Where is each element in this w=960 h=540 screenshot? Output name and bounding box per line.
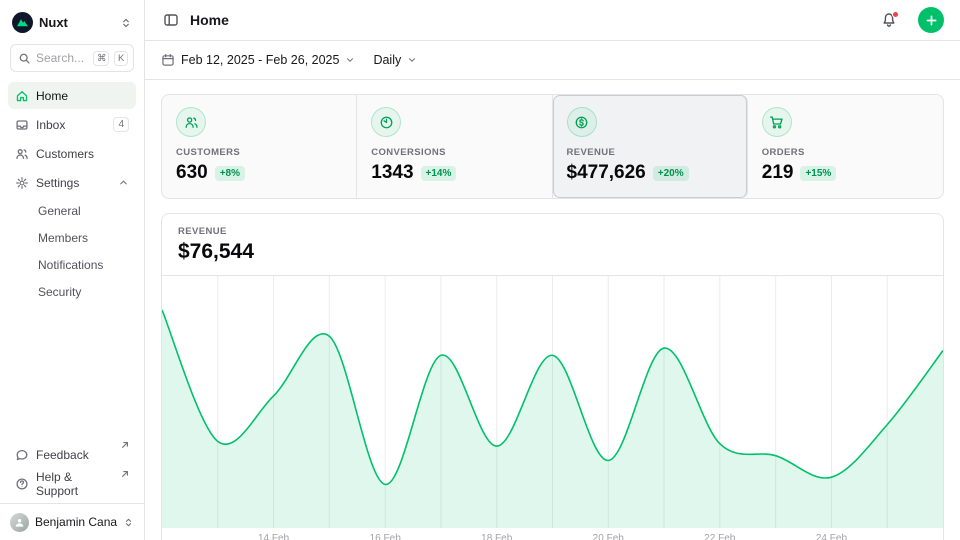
sidebar-subitem-general[interactable]: General bbox=[8, 198, 136, 223]
chevron-down-icon bbox=[345, 55, 355, 65]
workspace-name: Nuxt bbox=[39, 15, 114, 30]
stat-label: CUSTOMERS bbox=[176, 147, 342, 158]
chevrons-up-down-icon bbox=[123, 516, 134, 529]
subitem-label: Security bbox=[38, 285, 81, 299]
chevrons-up-down-icon bbox=[120, 16, 132, 30]
clock-icon bbox=[371, 107, 401, 137]
date-range-picker[interactable]: Feb 12, 2025 - Feb 26, 2025 bbox=[161, 53, 355, 67]
svg-text:18 Feb: 18 Feb bbox=[481, 533, 513, 540]
dashboard-body: CUSTOMERS 630 +8% CONVERSIONS 1343 +14% bbox=[145, 80, 960, 540]
add-button[interactable] bbox=[918, 7, 944, 33]
sidebar-item-label: Feedback bbox=[36, 448, 112, 462]
sidebar-subitem-security[interactable]: Security bbox=[8, 279, 136, 304]
calendar-icon bbox=[161, 53, 175, 67]
users-icon bbox=[176, 107, 206, 137]
period-label: Daily bbox=[373, 53, 401, 67]
stat-delta-badge: +20% bbox=[653, 166, 689, 181]
main-header: Home bbox=[145, 0, 960, 41]
stat-label: REVENUE bbox=[567, 147, 733, 158]
stat-card-orders[interactable]: ORDERS 219 +15% bbox=[748, 95, 943, 198]
sidebar-item-label: Help & Support bbox=[36, 470, 112, 498]
inbox-count-badge: 4 bbox=[113, 117, 129, 132]
page-title: Home bbox=[190, 12, 870, 28]
subitem-label: Members bbox=[38, 231, 88, 245]
filters-toolbar: Feb 12, 2025 - Feb 26, 2025 Daily bbox=[145, 41, 960, 80]
sidebar-item-label: Settings bbox=[36, 176, 111, 190]
panel-label: REVENUE bbox=[178, 226, 927, 237]
nuxt-logo-icon bbox=[12, 12, 33, 33]
svg-text:22 Feb: 22 Feb bbox=[704, 533, 736, 540]
svg-text:20 Feb: 20 Feb bbox=[593, 533, 625, 540]
search-icon bbox=[18, 52, 31, 65]
user-name: Benjamin Canac bbox=[35, 515, 117, 529]
stat-delta-badge: +15% bbox=[800, 166, 836, 181]
subitem-label: Notifications bbox=[38, 258, 103, 272]
stat-label: CONVERSIONS bbox=[371, 147, 537, 158]
sidebar-subitem-members[interactable]: Members bbox=[8, 225, 136, 250]
help-icon bbox=[15, 477, 29, 491]
subitem-label: General bbox=[38, 204, 81, 218]
home-icon bbox=[15, 89, 29, 103]
chevron-down-icon bbox=[407, 55, 417, 65]
search-box[interactable]: ⌘ K bbox=[10, 44, 134, 72]
stats-grid: CUSTOMERS 630 +8% CONVERSIONS 1343 +14% bbox=[161, 94, 944, 199]
dollar-circle-icon bbox=[567, 107, 597, 137]
date-range-label: Feb 12, 2025 - Feb 26, 2025 bbox=[181, 53, 339, 67]
notification-dot bbox=[892, 11, 899, 18]
sidebar: Nuxt ⌘ K Home Inbox 4 bbox=[0, 0, 145, 540]
user-menu[interactable]: Benjamin Canac bbox=[0, 503, 144, 540]
kbd-k: K bbox=[114, 51, 128, 66]
panel-left-icon bbox=[163, 12, 179, 28]
svg-text:24 Feb: 24 Feb bbox=[816, 533, 848, 540]
stat-label: ORDERS bbox=[762, 147, 929, 158]
sidebar-item-help-support[interactable]: Help & Support bbox=[8, 470, 136, 497]
stat-delta-badge: +14% bbox=[421, 166, 457, 181]
stat-value: 630 bbox=[176, 162, 208, 184]
stat-value: $477,626 bbox=[567, 162, 646, 184]
notifications-button[interactable] bbox=[879, 10, 899, 30]
cart-icon bbox=[762, 107, 792, 137]
users-icon bbox=[15, 147, 29, 161]
period-select[interactable]: Daily bbox=[373, 53, 417, 67]
sidebar-item-settings[interactable]: Settings bbox=[8, 169, 136, 196]
stat-value: 219 bbox=[762, 162, 794, 184]
message-icon bbox=[15, 448, 29, 462]
stat-card-revenue[interactable]: REVENUE $477,626 +20% bbox=[553, 95, 748, 198]
stat-card-customers[interactable]: CUSTOMERS 630 +8% bbox=[162, 95, 357, 198]
chevron-up-icon bbox=[118, 177, 129, 188]
sidebar-item-customers[interactable]: Customers bbox=[8, 140, 136, 167]
panel-value: $76,544 bbox=[178, 240, 927, 264]
sidebar-collapse-button[interactable] bbox=[161, 10, 181, 30]
user-avatar bbox=[10, 513, 29, 532]
gear-icon bbox=[15, 176, 29, 190]
sidebar-item-label: Customers bbox=[36, 147, 129, 161]
svg-text:16 Feb: 16 Feb bbox=[370, 533, 402, 540]
sidebar-item-inbox[interactable]: Inbox 4 bbox=[8, 111, 136, 138]
search-input[interactable] bbox=[36, 51, 88, 65]
plus-icon bbox=[925, 14, 938, 27]
revenue-panel: REVENUE $76,544 14 Feb 16 Feb 18 Feb 20 Feb… bbox=[161, 213, 944, 540]
stat-card-conversions[interactable]: CONVERSIONS 1343 +14% bbox=[357, 95, 552, 198]
external-link-icon bbox=[121, 441, 129, 449]
stat-value: 1343 bbox=[371, 162, 413, 184]
sidebar-item-label: Inbox bbox=[36, 118, 106, 132]
sidebar-item-feedback[interactable]: Feedback bbox=[8, 441, 136, 468]
sidebar-subitem-notifications[interactable]: Notifications bbox=[8, 252, 136, 277]
svg-text:14 Feb: 14 Feb bbox=[258, 533, 290, 540]
revenue-area-chart: 14 Feb 16 Feb 18 Feb 20 Feb 22 Feb 24 Feb bbox=[162, 276, 943, 540]
inbox-icon bbox=[15, 118, 29, 132]
main-content: Home Feb 12, 2025 - Feb 26, 2025 Daily bbox=[145, 0, 960, 540]
external-link-icon bbox=[121, 470, 129, 478]
workspace-switcher[interactable]: Nuxt bbox=[10, 10, 134, 35]
sidebar-item-home[interactable]: Home bbox=[8, 82, 136, 109]
sidebar-item-label: Home bbox=[36, 89, 129, 103]
kbd-cmd: ⌘ bbox=[93, 51, 109, 66]
stat-delta-badge: +8% bbox=[215, 166, 245, 181]
